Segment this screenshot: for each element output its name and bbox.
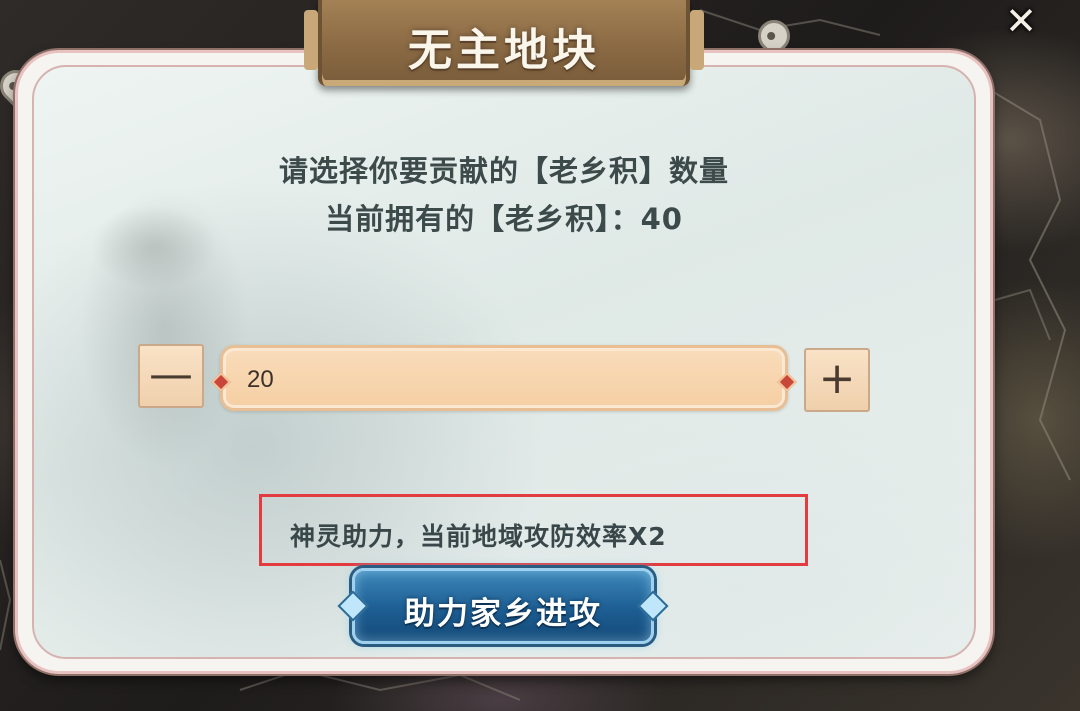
minus-icon: — [149,349,193,400]
quantity-value: 20 [247,366,274,393]
title-plaque: 无主地块 [304,0,704,86]
decrease-button[interactable]: — [138,344,204,408]
quantity-field[interactable]: 20 [211,345,797,411]
bonus-text: 神灵助力，当前地域攻防效率X2 [290,522,667,551]
bonus-notice: 神灵助力，当前地域攻防效率X2 [259,494,808,566]
assist-attack-button[interactable]: 助力家乡进攻 [352,568,654,644]
assist-attack-label: 助力家乡进攻 [404,596,602,632]
plus-icon: + [818,353,856,404]
dialog-title: 无主地块 [408,25,600,76]
current-balance: 当前拥有的【老乡积】：40 [325,202,683,236]
close-button[interactable]: ✕ [1004,2,1038,40]
close-icon: ✕ [1005,0,1037,43]
contribution-prompt: 请选择你要贡献的【老乡积】数量 [278,154,729,188]
increase-button[interactable]: + [804,348,870,412]
